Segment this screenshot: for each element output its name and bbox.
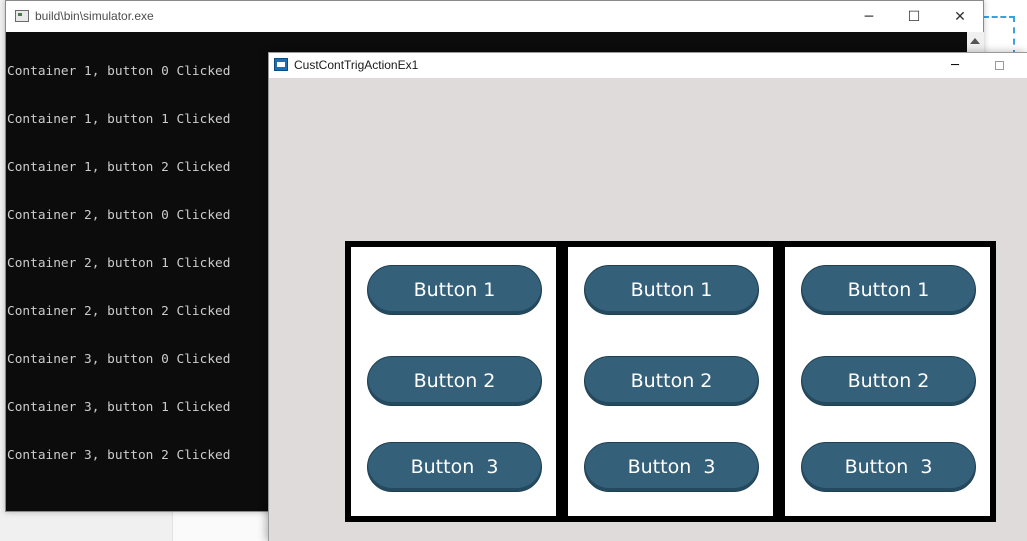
container-1-button-2[interactable]: Button 2 [367, 356, 542, 406]
console-line: Container 2, button 0 Clicked [7, 208, 231, 223]
background-selection-outline [983, 16, 1015, 56]
app-maximize-button[interactable] [995, 61, 1004, 70]
container-3-button-2[interactable]: Button 2 [801, 356, 976, 406]
console-line: Container 1, button 2 Clicked [7, 160, 231, 175]
container-3-button-1[interactable]: Button 1 [801, 265, 976, 315]
container-3-button-3[interactable]: Button 3 [801, 442, 976, 492]
console-line: Container 3, button 2 Clicked [7, 448, 231, 463]
console-app-icon [15, 10, 29, 22]
button-containers-frame: Button 1 Button 2 Button 3 Button 1 Butt… [345, 241, 996, 522]
app-icon [274, 58, 288, 71]
console-minimize-button[interactable]: ─ [846, 1, 892, 32]
console-line: Container 2, button 1 Clicked [7, 256, 231, 271]
app-title: CustContTrigActionEx1 [294, 58, 419, 72]
container-1-button-3[interactable]: Button 3 [367, 442, 542, 492]
console-line: Container 2, button 2 Clicked [7, 304, 231, 319]
console-maximize-button[interactable]: ☐ [891, 1, 937, 32]
container-3: Button 1 Button 2 Button 3 [785, 247, 990, 516]
scroll-up-arrow-icon[interactable] [970, 38, 980, 44]
console-close-button[interactable]: ✕ [937, 1, 983, 32]
console-title: build\bin\simulator.exe [35, 9, 154, 23]
app-window: CustContTrigActionEx1 ─ Button 1 Button … [268, 52, 1027, 541]
container-1-button-1[interactable]: Button 1 [367, 265, 542, 315]
app-titlebar[interactable]: CustContTrigActionEx1 ─ [269, 53, 1027, 78]
background-panel [172, 511, 271, 541]
console-line: Container 3, button 0 Clicked [7, 352, 231, 367]
console-line: Container 3, button 1 Clicked [7, 400, 231, 415]
console-output: Container 1, button 0 Clicked Container … [6, 32, 230, 496]
container-2-button-2[interactable]: Button 2 [584, 356, 759, 406]
container-2: Button 1 Button 2 Button 3 [568, 247, 773, 516]
container-1: Button 1 Button 2 Button 3 [351, 247, 556, 516]
container-2-button-3[interactable]: Button 3 [584, 442, 759, 492]
container-2-button-1[interactable]: Button 1 [584, 265, 759, 315]
console-line: Container 1, button 0 Clicked [7, 64, 231, 79]
console-titlebar[interactable]: build\bin\simulator.exe ─ ☐ ✕ [6, 1, 983, 32]
app-minimize-button[interactable]: ─ [939, 53, 971, 78]
console-line: Container 1, button 1 Clicked [7, 112, 231, 127]
console-scrollbar[interactable] [967, 32, 984, 54]
